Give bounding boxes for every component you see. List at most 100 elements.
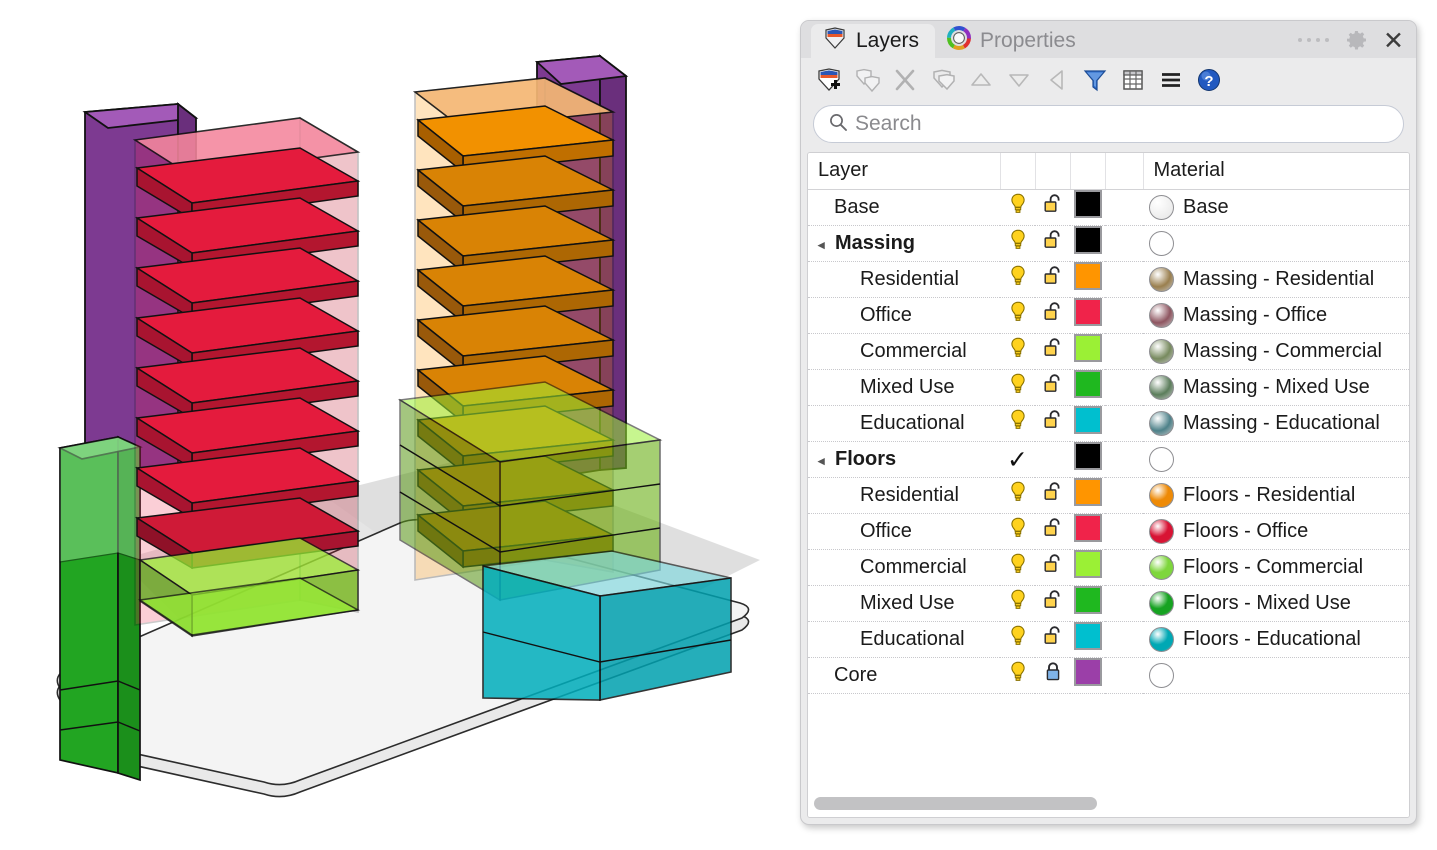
- lock-cell[interactable]: [1035, 513, 1070, 550]
- visibility-cell[interactable]: [1000, 369, 1035, 406]
- lock-cell[interactable]: [1035, 297, 1070, 334]
- menu-icon[interactable]: [1155, 64, 1187, 96]
- column-header-layer[interactable]: Layer: [808, 153, 1001, 190]
- material-sphere[interactable]: [1149, 446, 1174, 472]
- layer-name-cell[interactable]: ◂ Floors: [808, 441, 1000, 478]
- layer-name-cell[interactable]: Mixed Use: [808, 369, 1000, 406]
- color-swatch[interactable]: [1073, 370, 1102, 398]
- viewport-3d[interactable]: [0, 0, 800, 850]
- expand-twisty-icon[interactable]: ◂: [818, 237, 832, 253]
- lock-cell[interactable]: [1035, 585, 1070, 622]
- color-swatch[interactable]: [1073, 622, 1102, 650]
- layer-color-cell[interactable]: [1070, 549, 1105, 586]
- material-cell[interactable]: Massing - Mixed Use: [1143, 369, 1409, 406]
- color-swatch[interactable]: [1073, 586, 1102, 614]
- lock-cell[interactable]: [1035, 333, 1070, 370]
- layer-color-cell[interactable]: [1070, 657, 1105, 694]
- layer-color-cell[interactable]: [1070, 585, 1105, 622]
- lock-cell[interactable]: [1035, 441, 1070, 478]
- visibility-cell[interactable]: [1000, 189, 1035, 226]
- table-row[interactable]: Mixed Use Massing - Mixed Use: [808, 369, 1409, 406]
- lock-cell[interactable]: [1035, 261, 1070, 298]
- lock-cell[interactable]: [1035, 657, 1070, 694]
- table-row[interactable]: Office Massing - Office: [808, 297, 1409, 334]
- material-cell[interactable]: Massing - Commercial: [1143, 333, 1409, 370]
- layer-name-cell[interactable]: Commercial: [808, 333, 1000, 370]
- material-sphere[interactable]: [1149, 194, 1174, 220]
- horizontal-scrollbar[interactable]: [808, 789, 1409, 817]
- layer-name-cell[interactable]: Educational: [808, 405, 1000, 442]
- table-row[interactable]: Base Base: [808, 189, 1409, 226]
- lock-cell[interactable]: [1035, 405, 1070, 442]
- table-row[interactable]: Mixed Use Floors - Mixed Use: [808, 585, 1409, 622]
- lock-cell[interactable]: [1035, 189, 1070, 226]
- visibility-cell[interactable]: [1000, 225, 1035, 262]
- material-sphere[interactable]: [1149, 338, 1174, 364]
- color-swatch[interactable]: [1073, 190, 1102, 218]
- color-swatch[interactable]: [1073, 478, 1102, 506]
- material-sphere[interactable]: [1149, 302, 1174, 328]
- material-sphere[interactable]: [1149, 662, 1174, 688]
- lock-cell[interactable]: [1035, 477, 1070, 514]
- visibility-cell[interactable]: [1000, 333, 1035, 370]
- layer-color-cell[interactable]: [1070, 189, 1105, 226]
- color-swatch[interactable]: [1073, 298, 1102, 326]
- table-row[interactable]: Core: [808, 657, 1409, 694]
- layer-name-cell[interactable]: Educational: [808, 621, 1000, 658]
- column-header-material[interactable]: Material: [1143, 153, 1409, 190]
- column-header-spacer[interactable]: [1105, 153, 1144, 190]
- visibility-cell[interactable]: [1000, 405, 1035, 442]
- lock-cell[interactable]: [1035, 369, 1070, 406]
- material-cell[interactable]: Floors - Mixed Use: [1143, 585, 1409, 622]
- search-input[interactable]: Search: [813, 105, 1404, 143]
- material-cell[interactable]: Floors - Commercial: [1143, 549, 1409, 586]
- material-sphere[interactable]: [1149, 482, 1174, 508]
- layer-name-cell[interactable]: ◂ Massing: [808, 225, 1000, 262]
- visibility-cell[interactable]: [1000, 549, 1035, 586]
- table-row[interactable]: ◂ Floors ✓: [808, 441, 1409, 478]
- material-sphere[interactable]: [1149, 410, 1174, 436]
- layer-name-cell[interactable]: Residential: [808, 477, 1000, 514]
- layer-name-cell[interactable]: Commercial: [808, 549, 1000, 586]
- material-cell[interactable]: Base: [1143, 189, 1409, 226]
- material-cell[interactable]: [1143, 441, 1409, 478]
- layer-name-cell[interactable]: Base: [808, 189, 1000, 226]
- tab-properties[interactable]: Properties: [935, 24, 1092, 58]
- close-icon[interactable]: ✕: [1381, 28, 1406, 53]
- expand-twisty-icon[interactable]: ◂: [818, 453, 832, 469]
- material-cell[interactable]: Massing - Residential: [1143, 261, 1409, 298]
- material-cell[interactable]: Massing - Educational: [1143, 405, 1409, 442]
- lock-cell[interactable]: [1035, 549, 1070, 586]
- material-cell[interactable]: Floors - Residential: [1143, 477, 1409, 514]
- color-swatch[interactable]: [1073, 550, 1102, 578]
- tab-layers[interactable]: Layers: [811, 24, 936, 58]
- material-sphere[interactable]: [1149, 266, 1174, 292]
- table-row[interactable]: Commercial Floors - Commercial: [808, 549, 1409, 586]
- material-cell[interactable]: Massing - Office: [1143, 297, 1409, 334]
- color-swatch[interactable]: [1073, 442, 1102, 470]
- drag-dots-icon[interactable]: [1298, 38, 1330, 42]
- color-swatch[interactable]: [1073, 262, 1102, 290]
- table-row[interactable]: Educational Floors - Educational: [808, 621, 1409, 658]
- color-swatch[interactable]: [1073, 334, 1102, 362]
- layer-color-cell[interactable]: [1070, 477, 1105, 514]
- visibility-cell[interactable]: ✓: [1000, 441, 1035, 478]
- layer-color-cell[interactable]: [1070, 261, 1105, 298]
- layer-color-cell[interactable]: [1070, 333, 1105, 370]
- layer-name-cell[interactable]: Office: [808, 297, 1000, 334]
- color-swatch[interactable]: [1073, 658, 1102, 686]
- color-swatch[interactable]: [1073, 514, 1102, 542]
- layer-color-cell[interactable]: [1070, 225, 1105, 262]
- scrollbar-thumb[interactable]: [814, 796, 1097, 810]
- table-row[interactable]: Commercial Massing - Commercial: [808, 333, 1409, 370]
- column-header-lock[interactable]: [1035, 153, 1071, 190]
- layer-name-cell[interactable]: Core: [808, 657, 1000, 694]
- help-icon[interactable]: ?: [1193, 64, 1225, 96]
- layer-name-cell[interactable]: Office: [808, 513, 1000, 550]
- table-row[interactable]: Educational Massing - Educational: [808, 405, 1409, 442]
- lock-cell[interactable]: [1035, 225, 1070, 262]
- lock-cell[interactable]: [1035, 621, 1070, 658]
- grid-icon[interactable]: [1117, 64, 1149, 96]
- visibility-cell[interactable]: [1000, 477, 1035, 514]
- material-sphere[interactable]: [1149, 230, 1174, 256]
